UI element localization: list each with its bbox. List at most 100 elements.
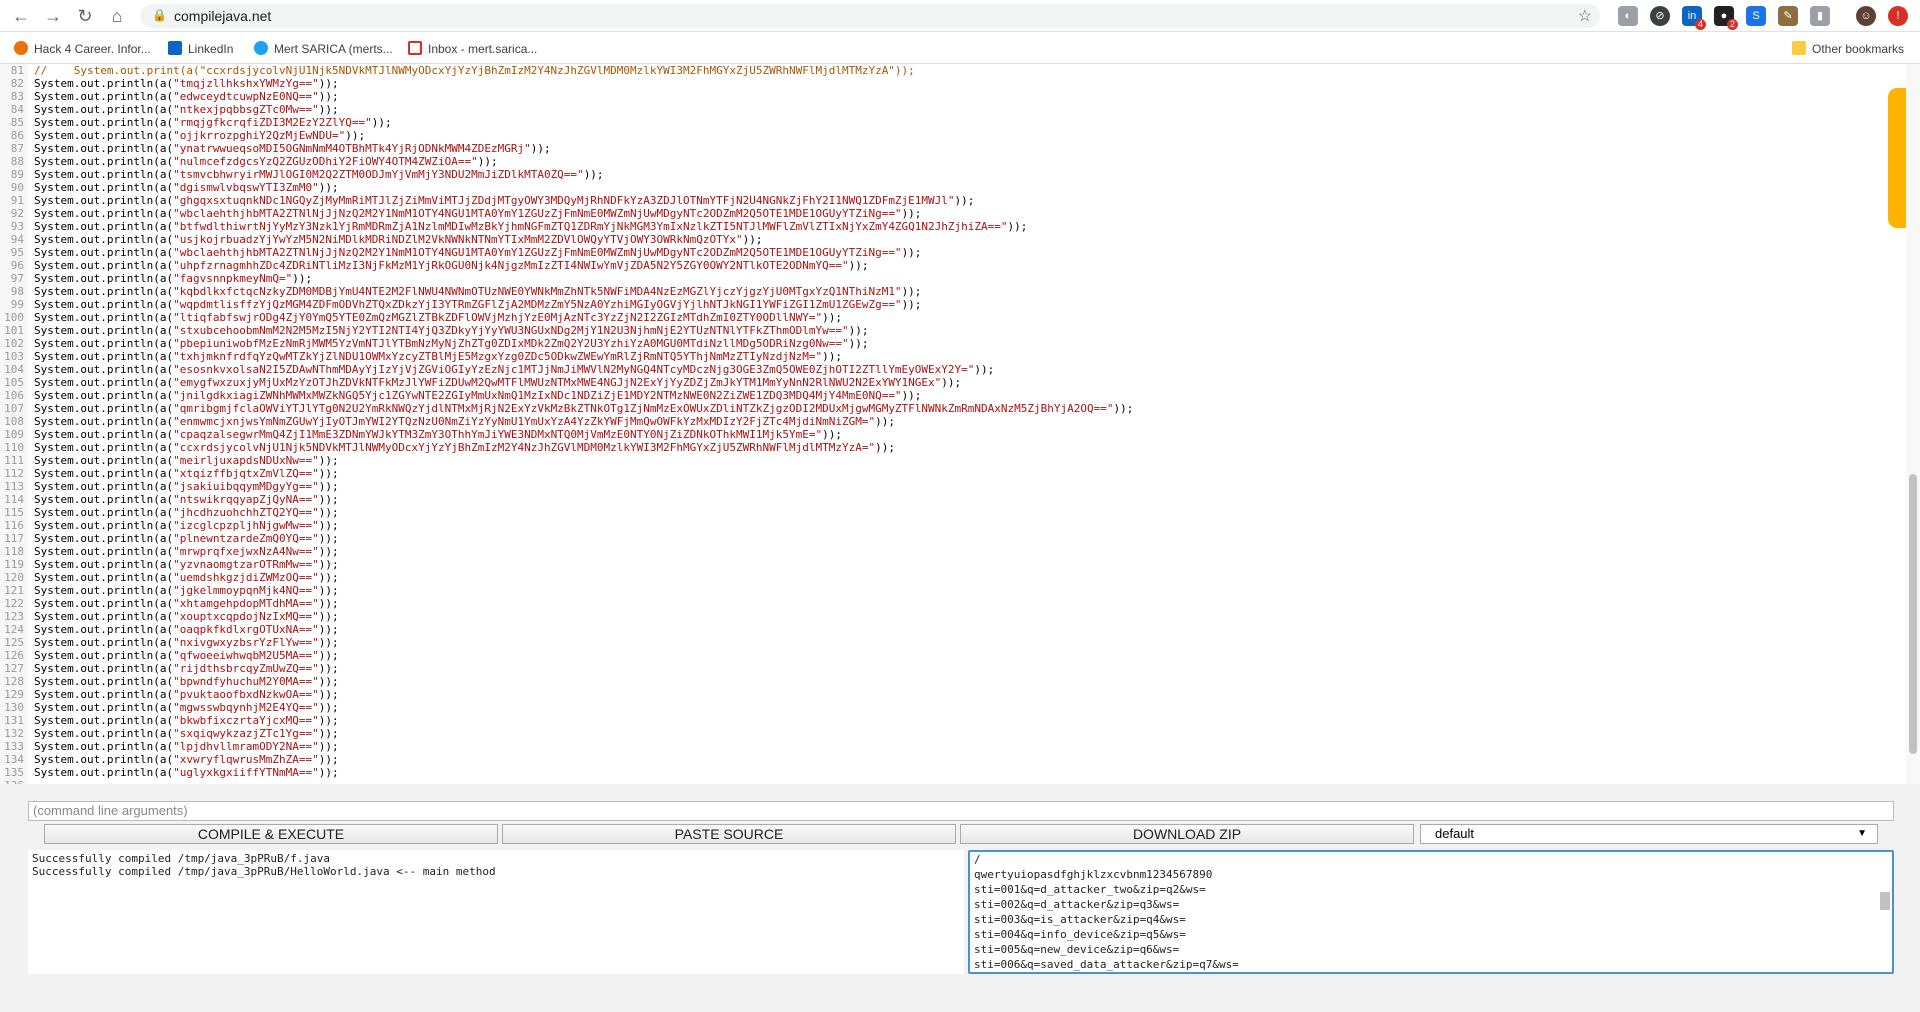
- extension-s-icon[interactable]: S: [1746, 6, 1766, 26]
- code-text: System.out.println(a("nxivgwxyzbsrYzFlYw…: [34, 636, 339, 649]
- code-line: 100 System.out.println(a("ltiqfabfswjrODg…: [0, 311, 1133, 324]
- code-line: 90 System.out.println(a("dgismwlvbqswYTI3…: [0, 181, 1133, 194]
- code-editor[interactable]: 81 // System.out.print(a("ccxrdsjycolvNjU…: [0, 64, 1906, 784]
- code-text: System.out.println(a("ntswikrqqyapZjQyNA…: [34, 493, 339, 506]
- paste-source-button[interactable]: PASTE SOURCE: [502, 824, 956, 844]
- address-bar[interactable]: 🔒 compilejava.net ☆: [140, 4, 1600, 28]
- forward-icon[interactable]: →: [42, 5, 64, 27]
- line-number: 130: [4, 701, 24, 714]
- code-text: System.out.println(a("jhcdhzuohchhZTQ2YQ…: [34, 506, 339, 519]
- code-line: 107 System.out.println(a("qmribgmjfclaOWV…: [0, 402, 1133, 415]
- code-line: 105 System.out.println(a("emygfwxzuxjyMjU…: [0, 376, 1133, 389]
- line-number: 96: [10, 259, 24, 272]
- code-text: System.out.println(a("rmqjgfkcrqfiZDI3M2…: [34, 116, 392, 129]
- bookmark-linkedin[interactable]: LinkedIn: [168, 41, 233, 56]
- line-number: 112: [4, 467, 24, 480]
- code-text: System.out.println(a("btfwdlthiwrtNjYyMz…: [34, 220, 1028, 233]
- code-text: System.out.println(a("fagvsnnpkmeyNmQ=")…: [34, 272, 313, 285]
- stdin-scrollbar[interactable]: [1878, 854, 1890, 970]
- line-number: 114: [4, 493, 24, 506]
- code-text: System.out.println(a("tmqjzllhkshxYWMzYg…: [34, 77, 339, 90]
- bookmark-gmail[interactable]: Inbox - mert.sarica...: [408, 41, 537, 56]
- line-number: 95: [10, 246, 24, 259]
- code-text: System.out.println(a("nulmcefzdgcsYzQ2ZG…: [34, 155, 498, 168]
- code-text: System.out.println(a("tsmvcbhwryirMWJlOG…: [34, 168, 604, 181]
- line-number: 93: [10, 220, 24, 233]
- bookmark-star-icon[interactable]: ☆: [1578, 6, 1592, 26]
- code-line: 128 System.out.println(a("bpwndfyhuchuM2Y…: [0, 675, 1133, 688]
- side-widget-tab[interactable]: [1888, 88, 1906, 228]
- extension-red-icon[interactable]: ● 2: [1714, 6, 1738, 30]
- code-line: 127 System.out.println(a("rijdthsbrcqyZmU…: [0, 662, 1133, 675]
- other-bookmarks-label: Other bookmarks: [1812, 42, 1905, 56]
- line-number: 132: [4, 727, 24, 740]
- code-line: 125 System.out.println(a("nxivgwxyzbsrYzF…: [0, 636, 1133, 649]
- line-number: 101: [4, 324, 24, 337]
- code-line: 116 System.out.println(a("izcglcpzpljhNjg…: [0, 519, 1133, 532]
- code-text: System.out.println(a("ynatrwwueqsoMDI5OG…: [34, 142, 551, 155]
- code-line: 122 System.out.println(a("xhtamgehpdopMTd…: [0, 597, 1133, 610]
- code-line: 114 System.out.println(a("ntswikrqqyapZjQ…: [0, 493, 1133, 506]
- code-text: System.out.println(a("ccxrdsjycolvNjU1Nj…: [34, 441, 895, 454]
- code-line: 89 System.out.println(a("tsmvcbhwryirMWJl…: [0, 168, 1133, 181]
- line-number: 131: [4, 714, 24, 727]
- code-text: System.out.println(a("oaqpkfkdlxrgOTUxNA…: [34, 623, 339, 636]
- editor-scrollbar[interactable]: [1906, 64, 1920, 784]
- bookmark-twitter[interactable]: Mert SARICA (merts...: [254, 41, 393, 56]
- code-text: System.out.println(a("usjkojrbuadzYjYwYz…: [34, 233, 763, 246]
- editor-scroll-thumb[interactable]: [1909, 474, 1917, 754]
- compiler-select[interactable]: default ▼: [1420, 824, 1878, 844]
- home-icon[interactable]: ⌂: [106, 5, 128, 27]
- code-lines: 81 // System.out.print(a("ccxrdsjycolvNjU…: [0, 64, 1133, 784]
- avatar[interactable]: ☺: [1856, 6, 1876, 26]
- bookmark-hack4career[interactable]: Hack 4 Career. Infor...: [14, 41, 151, 56]
- line-number: 126: [4, 649, 24, 662]
- back-icon[interactable]: ←: [10, 5, 32, 27]
- code-line: 119 System.out.println(a("yzvnaomgtzarOTR…: [0, 558, 1133, 571]
- browser-toolbar: ← → ↻ ⌂ 🔒 compilejava.net ☆ ◐ ⊘ in 4 ● 2 S…: [0, 0, 1920, 32]
- line-number: 129: [4, 688, 24, 701]
- code-text: System.out.println(a("mrwprqfxejwxNzA4Nw…: [34, 545, 339, 558]
- code-text: System.out.println(a("ltiqfabfswjrODg4Zj…: [34, 311, 842, 324]
- code-text: System.out.println(a("xtqizffbjqtxZmVlZQ…: [34, 467, 339, 480]
- code-text: System.out.println(a("emygfwxzuxjyMjUxMz…: [34, 376, 962, 389]
- compile-execute-button[interactable]: COMPILE & EXECUTE: [44, 824, 498, 844]
- code-text: System.out.println(a("xvwryflqwrusMmZhZA…: [34, 753, 339, 766]
- command-line-args-input[interactable]: (command line arguments): [28, 801, 1894, 821]
- extension-block-icon[interactable]: ⊘: [1650, 6, 1670, 26]
- line-number: 89: [10, 168, 24, 181]
- extension-tool-icon[interactable]: ✎: [1778, 6, 1798, 26]
- extension-shield-icon[interactable]: ◐: [1618, 6, 1638, 26]
- code-text: System.out.println(a("rijdthsbrcqyZmUwZQ…: [34, 662, 339, 675]
- stdin-textarea[interactable]: / qwertyuiopasdfghjklzxcvbnm1234567890 s…: [968, 850, 1894, 974]
- code-line: 132 System.out.println(a("sxqiqwykzazjZTc…: [0, 727, 1133, 740]
- stdin-scroll-thumb[interactable]: [1880, 892, 1890, 910]
- linkedin-extension-icon[interactable]: in 4: [1682, 6, 1706, 30]
- reload-icon[interactable]: ↻: [74, 5, 96, 27]
- code-text: System.out.println(a("pvuktaoofbxdNzkwOA…: [34, 688, 339, 701]
- code-text: // System.out.print(a("ccxrdsjycolvNjU1N…: [34, 64, 915, 77]
- code-line: 92 System.out.println(a("wbclaehthjhbMTA2…: [0, 207, 1133, 220]
- line-number: 124: [4, 623, 24, 636]
- line-number: 85: [10, 116, 24, 129]
- code-line: 131 System.out.println(a("bkwbfixczrtaYjc…: [0, 714, 1133, 727]
- menu-alert-icon[interactable]: !: [1888, 6, 1908, 26]
- extension-gray-icon[interactable]: ▮: [1810, 6, 1830, 26]
- gmail-icon: [408, 41, 422, 55]
- line-number: 136: [0, 779, 24, 784]
- code-text: System.out.println(a("esosnkvxolsaN2I5ZD…: [34, 363, 995, 376]
- code-text: System.out.println(a("pbepiuniwobfMzEzNm…: [34, 337, 869, 350]
- code-line: 101 System.out.println(a("stxubcehoobmNmM…: [0, 324, 1133, 337]
- code-line: 95 System.out.println(a("wbclaehthjhbMTA2…: [0, 246, 1133, 259]
- twitter-icon: [254, 41, 268, 55]
- code-text: System.out.println(a("uhpfzrnagmhhZDc4ZD…: [34, 259, 869, 272]
- line-number: 109: [4, 428, 24, 441]
- code-text: System.out.println(a("bpwndfyhuchuM2Y0MA…: [34, 675, 339, 688]
- code-text: System.out.println(a("izcglcpzpljhNjgwMw…: [34, 519, 339, 532]
- line-number: 128: [4, 675, 24, 688]
- code-text: System.out.println(a("lpjdhvllmramODY2NA…: [34, 740, 339, 753]
- code-text: System.out.println(a("mgwsswbqynhjM2E4YQ…: [34, 701, 339, 714]
- code-line: 81 // System.out.print(a("ccxrdsjycolvNjU…: [0, 64, 1133, 77]
- download-zip-button[interactable]: DOWNLOAD ZIP: [960, 824, 1414, 844]
- other-bookmarks[interactable]: Other bookmarks: [1792, 41, 1904, 56]
